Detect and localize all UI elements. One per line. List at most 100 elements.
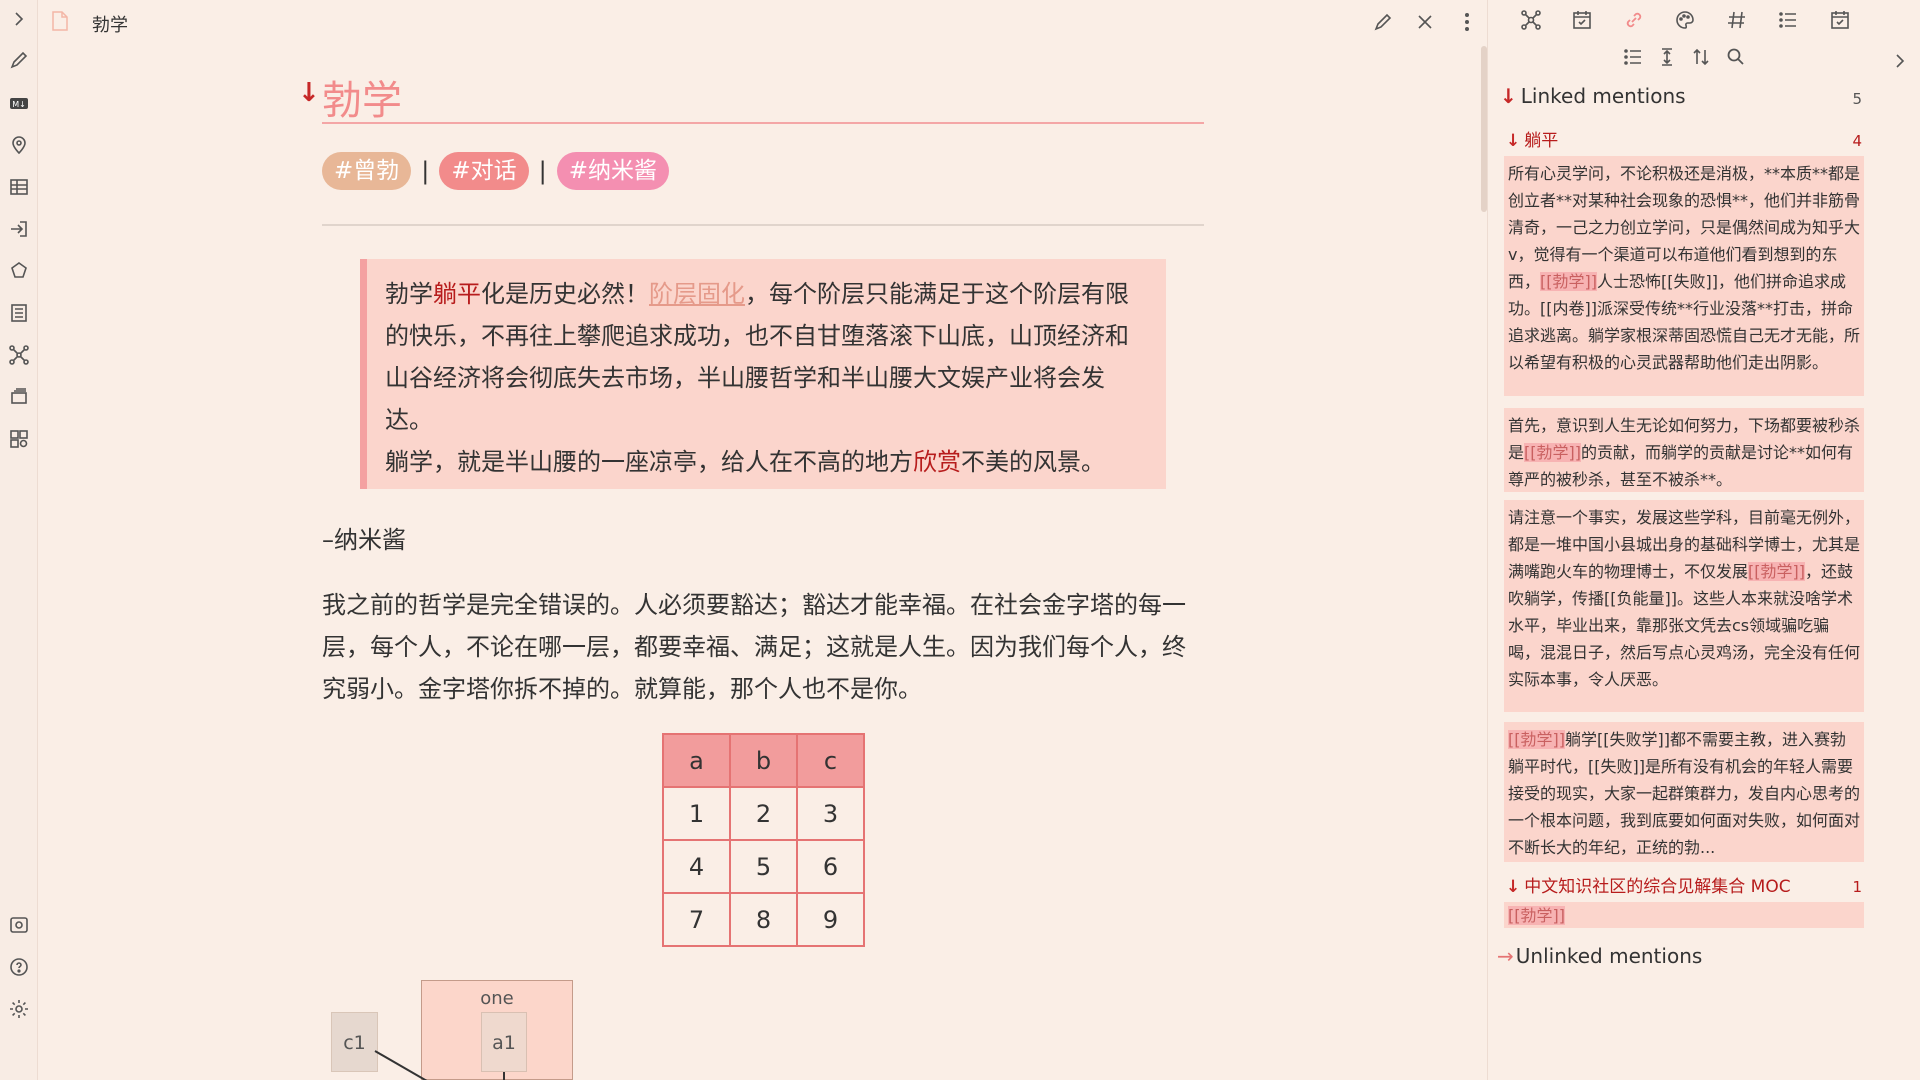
horizontal-rule: [322, 224, 1204, 226]
linked-mentions-title: Linked mentions: [1520, 84, 1686, 108]
edit-pencil-icon[interactable]: [1371, 10, 1395, 34]
snippet-link[interactable]: [[勃学]]: [1524, 443, 1581, 462]
backlink-snippet[interactable]: [[勃学]]: [1504, 902, 1864, 928]
quote-paragraph-2: 躺学，就是半山腰的一座凉亭，给人在不高的地方欣赏不美的风景。: [385, 441, 1148, 483]
tag-row: #曾勃 | #对话 | #纳米酱: [322, 152, 670, 190]
diagram-subgraph-label: one: [480, 988, 514, 1009]
graph-view-icon[interactable]: [8, 344, 30, 366]
backlink-snippet[interactable]: 首先，意识到人生无论如何努力，下场都要被秒杀是[[勃学]]的贡献，而躺学的贡献是…: [1504, 408, 1864, 492]
backlink-file-name[interactable]: 中文知识社区的综合见解集合 MOC: [1524, 877, 1790, 897]
palette-icon[interactable]: [1673, 8, 1697, 32]
table-cell: 6: [796, 839, 865, 894]
expand-context-icon[interactable]: [1656, 46, 1678, 68]
document-list-icon[interactable]: [8, 302, 30, 324]
backlinks-link-icon[interactable]: [1622, 8, 1646, 32]
puzzle-icon[interactable]: [8, 260, 30, 282]
tab-title[interactable]: 勃学: [92, 11, 128, 37]
table-cell: 9: [796, 892, 865, 947]
search-icon[interactable]: [1725, 46, 1747, 68]
snippet-link[interactable]: [[勃学]]: [1508, 730, 1565, 749]
close-icon[interactable]: [1413, 10, 1437, 34]
slides-icon[interactable]: [8, 386, 30, 408]
calendar-check-icon[interactable]: [1570, 8, 1594, 32]
sidebar-divider[interactable]: [1487, 0, 1488, 1080]
backlink-snippet[interactable]: 所有心灵学问，不论积极还是消极，**本质**都是创立者**对某种社会现象的恐惧*…: [1504, 156, 1864, 396]
sort-icon[interactable]: [1690, 46, 1712, 68]
table-header-cell: c: [796, 733, 865, 788]
diagram-node-a1: a1: [481, 1012, 527, 1072]
table-row: 1 2 3: [662, 786, 865, 841]
collapse-arrow-icon[interactable]: ↓: [1506, 877, 1520, 897]
table-cell: 4: [662, 839, 731, 894]
table-header-cell: b: [729, 733, 798, 788]
svg-text:M↓: M↓: [12, 100, 26, 109]
expand-sidebar-icon[interactable]: [8, 8, 30, 30]
quote-highlight: 欣赏: [913, 448, 961, 476]
table-row: 7 8 9: [662, 892, 865, 947]
table-icon[interactable]: [8, 176, 30, 198]
tag-hash-icon[interactable]: [1725, 8, 1749, 32]
collapse-arrow-icon[interactable]: ↓: [1506, 131, 1520, 151]
snippet-link[interactable]: [[勃学]]: [1508, 906, 1565, 925]
table-cell: 8: [729, 892, 798, 947]
unlinked-mentions-header[interactable]: → Unlinked mentions: [1497, 944, 1702, 968]
quote-text: 化是历史必然！: [481, 280, 649, 308]
table-cell: 5: [729, 839, 798, 894]
tag-nanomijiang[interactable]: #纳米酱: [556, 152, 670, 190]
backlink-file-tangping[interactable]: ↓ 躺平 4: [1506, 126, 1862, 151]
table-row: 4 5 6: [662, 839, 865, 894]
dashboard-icon[interactable]: [8, 428, 30, 450]
help-icon[interactable]: [8, 956, 30, 978]
tag-separator: |: [421, 157, 430, 185]
note-heading: 勃学: [322, 78, 402, 124]
file-icon: [51, 11, 69, 31]
table-cell: 7: [662, 892, 731, 947]
backlink-file-moc[interactable]: ↓ 中文知识社区的综合见解集合 MOC 1: [1506, 872, 1862, 897]
unlinked-mentions-title: Unlinked mentions: [1515, 944, 1703, 968]
collapse-arrow-icon[interactable]: ↓: [1500, 84, 1517, 108]
collapse-right-sidebar-icon[interactable]: [1889, 50, 1911, 72]
diagram-edge: [503, 1072, 505, 1080]
quote-text: 不美的风景。: [961, 448, 1105, 476]
collapse-results-icon[interactable]: [1622, 46, 1644, 68]
login-icon[interactable]: [8, 218, 30, 240]
settings-gear-icon[interactable]: [8, 998, 30, 1020]
table-header-row: a b c: [662, 733, 865, 788]
left-ribbon: M↓: [0, 0, 38, 1080]
expand-arrow-icon[interactable]: →: [1497, 944, 1514, 968]
calendar-icon[interactable]: [1828, 8, 1852, 32]
heading-underline: [322, 122, 1204, 124]
table-header-cell: a: [662, 733, 731, 788]
quote-text: 躺学，就是半山腰的一座凉亭，给人在不高的地方: [385, 448, 913, 476]
quote-author: –纳米酱: [322, 526, 406, 554]
tag-zengbo[interactable]: #曾勃: [322, 152, 412, 190]
internal-link-jieceng-guhua[interactable]: 阶层固化: [649, 280, 745, 308]
outline-list-icon[interactable]: [1776, 8, 1800, 32]
more-options-icon[interactable]: [1455, 10, 1479, 34]
table-cell: 1: [662, 786, 731, 841]
diagram-node-c1: c1: [331, 1012, 378, 1072]
backlink-file-name[interactable]: 躺平: [1524, 131, 1558, 151]
pencil-icon[interactable]: [8, 49, 30, 71]
tag-duihua[interactable]: #对话: [439, 152, 529, 190]
blockquote: 勃学躺平化是历史必然！阶层固化，每个阶层只能满足于这个阶层有限的快乐，不再往上攀…: [360, 259, 1166, 489]
linked-mentions-header[interactable]: ↓ Linked mentions 5: [1500, 84, 1862, 108]
snippet-text: 躺学[[失败学]]都不需要主教，进入赛勃躺平时代，[[失败]]是所有没有机会的年…: [1508, 730, 1861, 857]
snippet-text: ，还鼓吹躺学，传播[[负能量]]。这些人本来就没啥学术水平，毕业出来，靠那张文凭…: [1508, 562, 1861, 689]
data-table: a b c 1 2 3 4 5 6 7 8 9: [662, 733, 865, 947]
snippet-link[interactable]: [[勃学]]: [1540, 272, 1597, 291]
graph-icon[interactable]: [1519, 8, 1543, 32]
map-pin-icon[interactable]: [8, 134, 30, 156]
body-paragraph: 我之前的哲学是完全错误的。人必须要豁达；豁达才能幸福。在社会金字塔的每一层，每个…: [322, 591, 1186, 703]
backlink-snippet[interactable]: [[勃学]]躺学[[失败学]]都不需要主教，进入赛勃躺平时代，[[失败]]是所有…: [1504, 722, 1864, 862]
markdown-icon[interactable]: M↓: [8, 92, 30, 114]
table-cell: 3: [796, 786, 865, 841]
heading-fold-arrow[interactable]: ↓: [298, 78, 320, 108]
snippet-link[interactable]: [[勃学]]: [1748, 562, 1805, 581]
backlink-snippet[interactable]: 请注意一个事实，发展这些学科，目前毫无例外，都是一堆中国小县城出身的基础科学博士…: [1504, 500, 1864, 712]
tag-separator: |: [538, 157, 547, 185]
table-cell: 2: [729, 786, 798, 841]
vault-icon[interactable]: [8, 914, 30, 936]
diagram-edge: [374, 1050, 428, 1080]
linked-mentions-count: 5: [1852, 90, 1862, 108]
